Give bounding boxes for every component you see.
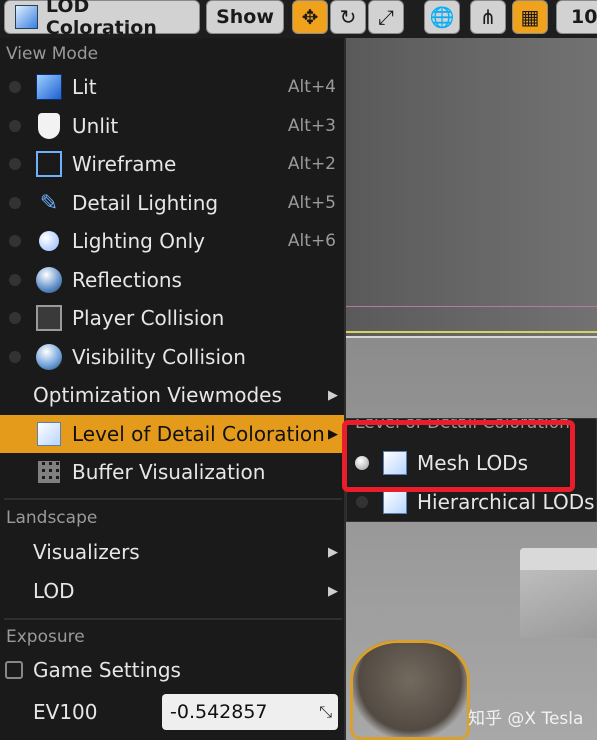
submenu-arrow-icon: ▶ — [328, 426, 338, 442]
menu-item-lit[interactable]: Lit Alt+4 — [0, 68, 344, 106]
radio-indicator — [9, 81, 21, 93]
view-mode-header: View Mode — [6, 44, 99, 64]
radio-indicator — [9, 158, 21, 170]
menu-item-label: Lit — [72, 75, 97, 99]
menu-item-label: Reflections — [72, 268, 182, 292]
grid-snap-icon[interactable]: ▦ — [512, 0, 548, 34]
ev100-value: -0.542857 — [170, 701, 268, 723]
menu-item-shortcut: Alt+5 — [287, 193, 336, 213]
menu-separator — [4, 498, 342, 500]
wireframe-cube-icon — [34, 149, 64, 179]
resize-arrow-icon: ⤡ — [319, 702, 332, 721]
game-settings-checkbox[interactable] — [5, 661, 23, 679]
radio-indicator — [356, 496, 368, 508]
radio-indicator — [9, 274, 21, 286]
annotation-highlight-box — [342, 420, 575, 492]
menu-item-wireframe[interactable]: Wireframe Alt+2 — [0, 145, 344, 183]
menu-item-shortcut: Alt+6 — [287, 231, 336, 251]
viewport-toolbar: LOD Coloration Show ✥ ↻ ⤢ 🌐 ⋔ ▦ 10 — [0, 0, 597, 39]
hlod-cube-icon — [383, 490, 407, 514]
ev100-input[interactable]: -0.542857 ⤡ — [162, 694, 338, 730]
grid-size-button[interactable]: 10 — [556, 0, 597, 34]
submenu-arrow-icon: ▶ — [328, 544, 338, 560]
radio-indicator — [9, 197, 21, 209]
radio-indicator — [9, 235, 21, 247]
menu-item-label: Visualizers — [33, 540, 140, 564]
viewport-white-line — [346, 336, 597, 338]
menu-item-label: Visibility Collision — [72, 345, 246, 369]
menu-item-label: Buffer Visualization — [72, 460, 266, 484]
lit-cube-icon — [34, 72, 64, 102]
menu-item-label: Lighting Only — [72, 229, 206, 253]
menu-item-level-of-detail-coloration[interactable]: Level of Detail Coloration ▶ — [0, 415, 344, 453]
menu-separator — [4, 618, 342, 620]
menu-item-unlit[interactable]: Unlit Alt+3 — [0, 107, 344, 145]
menu-item-label: Wireframe — [72, 152, 177, 176]
visibility-collision-sphere-icon — [34, 342, 64, 372]
menu-item-player-collision[interactable]: Player Collision — [0, 299, 344, 337]
translate-tool-icon[interactable]: ✥ — [292, 0, 328, 34]
menu-item-shortcut: Alt+4 — [287, 77, 336, 97]
menu-item-lighting-only[interactable]: Lighting Only Alt+6 — [0, 222, 344, 260]
unlit-shield-icon — [34, 111, 64, 141]
rotate-tool-icon[interactable]: ↻ — [330, 0, 366, 34]
menu-item-reflections[interactable]: Reflections — [0, 261, 344, 299]
grid-size-label: 10 — [571, 6, 597, 28]
submenu-arrow-icon: ▶ — [328, 387, 338, 403]
menu-item-label: Player Collision — [72, 306, 225, 330]
menu-item-shortcut: Alt+3 — [287, 116, 336, 136]
viewport-pink-line — [346, 306, 597, 307]
view-mode-label: LOD Coloration — [45, 0, 157, 39]
game-settings-row[interactable]: Game Settings — [0, 651, 344, 689]
lighting-only-bulb-icon — [34, 226, 64, 256]
game-settings-label: Game Settings — [33, 658, 181, 682]
radio-indicator — [9, 351, 21, 363]
show-label: Show — [216, 6, 274, 28]
submenu-item-label: Hierarchical LODs — [417, 490, 595, 514]
show-button[interactable]: Show — [206, 0, 284, 34]
menu-item-detail-lighting[interactable]: ✎ Detail Lighting Alt+5 — [0, 184, 344, 222]
menu-item-visualizers[interactable]: Visualizers ▶ — [0, 533, 344, 571]
surface-snap-icon[interactable]: ⋔ — [470, 0, 506, 34]
menu-item-label: Level of Detail Coloration — [72, 422, 325, 446]
landscape-header: Landscape — [6, 508, 98, 528]
detail-lighting-brush-icon: ✎ — [39, 190, 59, 216]
menu-item-label: Unlit — [72, 114, 119, 138]
radio-indicator — [9, 120, 21, 132]
ev100-label: EV100 — [33, 700, 98, 724]
viewport-character-mesh — [350, 640, 470, 740]
viewport-wall — [346, 38, 597, 338]
view-mode-button[interactable]: LOD Coloration — [4, 0, 200, 39]
radio-indicator — [9, 312, 21, 324]
watermark-text: 知乎 @X Tesla — [468, 709, 584, 729]
menu-item-visibility-collision[interactable]: Visibility Collision — [0, 338, 344, 376]
menu-item-optimization-viewmodes[interactable]: Optimization Viewmodes ▶ — [0, 376, 344, 414]
player-collision-cube-icon — [34, 303, 64, 333]
menu-item-buffer-visualization[interactable]: Buffer Visualization — [0, 453, 344, 491]
menu-item-label: LOD — [33, 579, 75, 603]
view-mode-menu: View Mode Lit Alt+4 Unlit Alt+3 Wirefram… — [0, 38, 346, 740]
reflections-sphere-icon — [34, 265, 64, 295]
world-space-icon[interactable]: 🌐 — [424, 0, 460, 34]
viewport-cube-mesh — [520, 548, 597, 638]
submenu-arrow-icon: ▶ — [328, 583, 338, 599]
scale-tool-icon[interactable]: ⤢ — [368, 0, 404, 34]
menu-item-label: Optimization Viewmodes — [33, 383, 282, 407]
buffer-grid-icon — [34, 457, 64, 487]
lod-cube-icon — [15, 5, 38, 29]
exposure-header: Exposure — [6, 627, 85, 647]
menu-item-lod[interactable]: LOD ▶ — [0, 572, 344, 610]
viewport-yellow-line — [346, 331, 597, 333]
lod-cube-icon — [34, 419, 64, 449]
menu-item-shortcut: Alt+2 — [287, 154, 336, 174]
menu-item-label: Detail Lighting — [72, 191, 219, 215]
